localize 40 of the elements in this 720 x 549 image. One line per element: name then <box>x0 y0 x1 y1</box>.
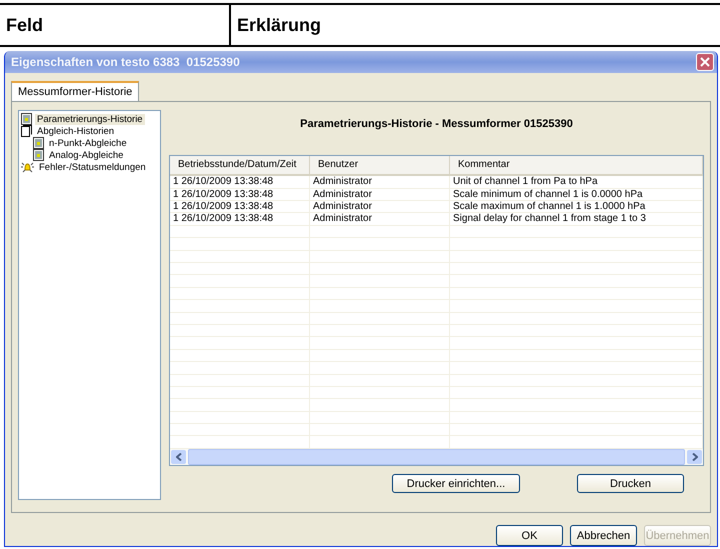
window-title: Eigenschaften von testo 6383 01525390 <box>11 55 240 70</box>
table-cell: Scale minimum of channel 1 is 0.0000 hPa <box>450 188 703 200</box>
action-button[interactable]: Drucker einrichten... <box>392 474 520 494</box>
scroll-left-button[interactable] <box>171 450 186 464</box>
dialog-button[interactable]: OK <box>496 525 563 546</box>
table-cell: 1 26/10/2009 13:38:48 <box>170 201 310 212</box>
tab[interactable]: Messumformer-Historie <box>11 81 140 102</box>
column-header[interactable]: Betriebsstunde/Datum/Zeit <box>170 156 310 174</box>
document-icon <box>33 137 44 150</box>
table-cell: 1 26/10/2009 13:38:48 <box>170 213 310 225</box>
table-cell: Administrator <box>310 176 450 188</box>
action-button[interactable]: Drucken <box>577 474 684 494</box>
page-icon <box>21 125 32 138</box>
tree-item[interactable]: Parametrierungs-Historie <box>35 114 145 125</box>
tree-item[interactable]: n-Punkt-Abgleiche <box>47 138 129 149</box>
chevron-right-icon <box>692 453 698 462</box>
table-cell: Signal delay for channel 1 from stage 1 to 3 <box>450 213 703 225</box>
table-cell: Administrator <box>310 213 450 225</box>
table-cell: Administrator <box>310 188 450 200</box>
table-header-cell: Erklärung <box>229 5 720 45</box>
tree-item[interactable]: Abgleich-Historien <box>35 126 116 137</box>
table-header-cell-text: Feld <box>5 14 44 36</box>
table-cell: Administrator <box>310 201 450 212</box>
document-icon <box>21 113 32 126</box>
close-button[interactable] <box>696 53 714 72</box>
tree-item[interactable]: Fehler-/Statusmeldungen <box>37 162 148 173</box>
close-icon <box>700 57 710 68</box>
table-cell: 1 26/10/2009 13:38:48 <box>170 188 310 200</box>
table-cell: Unit of channel 1 from Pa to hPa <box>450 176 703 188</box>
scroll-right-button[interactable] <box>687 450 702 464</box>
column-header[interactable]: Kommentar <box>450 156 703 174</box>
table-cell: Scale maximum of channel 1 is 1.0000 hPa <box>450 201 703 212</box>
panel-title: Parametrierungs-Historie - Messumformer 01525390 <box>299 117 574 132</box>
document-icon <box>33 149 44 162</box>
dialog-button[interactable]: Abbrechen <box>570 525 637 546</box>
table-cell: 1 26/10/2009 13:38:48 <box>170 176 310 188</box>
tree-item[interactable]: Analog-Abgleiche <box>47 150 126 161</box>
chevron-left-icon <box>176 453 182 462</box>
alarm-icon <box>21 161 34 174</box>
column-header[interactable]: Benutzer <box>310 156 450 174</box>
